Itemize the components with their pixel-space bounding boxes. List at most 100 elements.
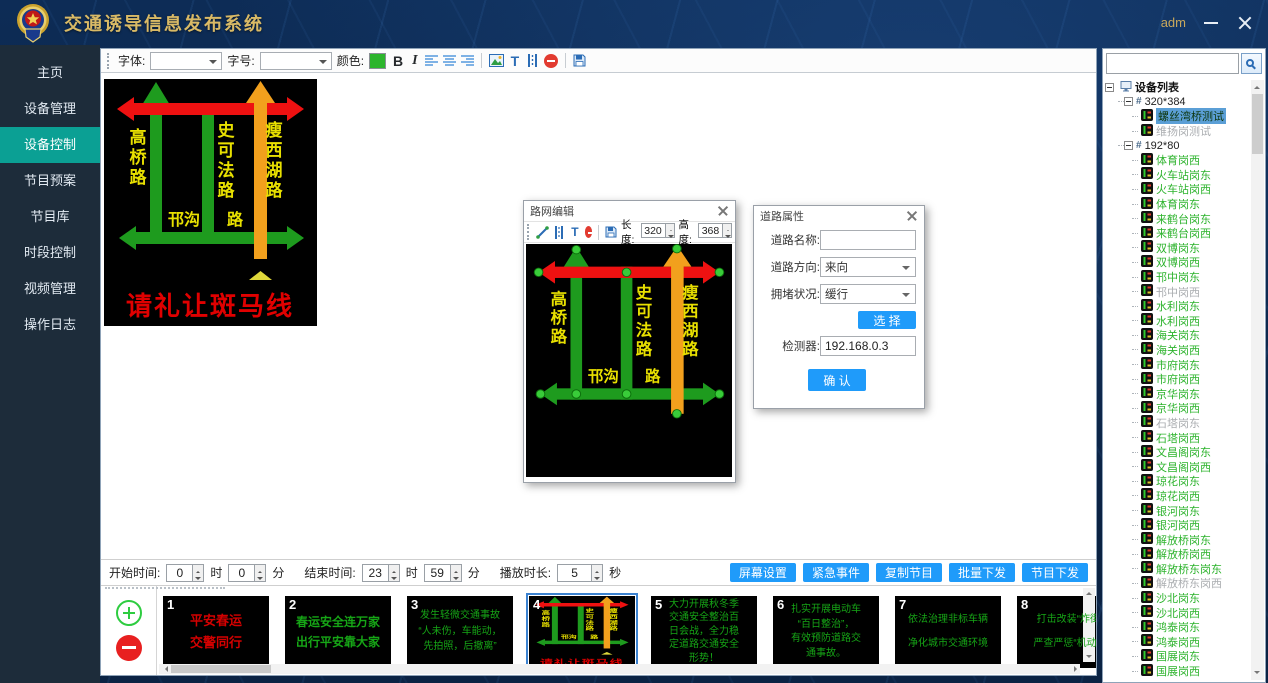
start-hour-input[interactable] <box>166 564 192 582</box>
road-network-canvas[interactable]: 高桥路史可法路瘦西湖路邗沟路 <box>526 244 732 477</box>
confirm-button[interactable]: 确 认 <box>808 369 866 391</box>
road-direction-select[interactable]: 来向 <box>820 257 916 277</box>
color-swatch[interactable] <box>369 53 386 69</box>
select-button[interactable]: 选 择 <box>858 311 916 329</box>
end-minute-stepper[interactable] <box>450 564 462 582</box>
tree-device-解放桥东岗西[interactable]: 解放桥东岗西 <box>1105 576 1250 591</box>
tree-device-维扬岗测试[interactable]: 维扬岗测试 <box>1105 124 1250 139</box>
tree-device-海关岗东[interactable]: 海关岗东 <box>1105 328 1250 343</box>
tree-device-琼花岗西[interactable]: 琼花岗西 <box>1105 489 1250 504</box>
tree-device-市府岗西[interactable]: 市府岗西 <box>1105 372 1250 387</box>
align-right-icon[interactable] <box>461 55 474 66</box>
tree-device-国展岗东[interactable]: 国展岗东 <box>1105 649 1250 664</box>
logged-in-user[interactable]: adm <box>1161 15 1186 30</box>
length-input[interactable] <box>641 223 665 238</box>
tree-device-来鹤台岗西[interactable]: 来鹤台岗西 <box>1105 226 1250 241</box>
close-icon[interactable] <box>906 210 918 222</box>
action-button-2[interactable]: 复制节目 <box>876 563 942 582</box>
led-sign-preview[interactable]: 请礼让斑马线高桥路史可法路瘦西湖路邗沟路 <box>104 79 317 326</box>
tree-device-银河岗东[interactable]: 银河岗东 <box>1105 503 1250 518</box>
insert-image-icon[interactable] <box>489 54 504 67</box>
tree-device-水利岗西[interactable]: 水利岗西 <box>1105 314 1250 329</box>
end-hour-input[interactable] <box>362 564 388 582</box>
start-hour-stepper[interactable] <box>192 564 204 582</box>
tree-device-双博岗东[interactable]: 双博岗东 <box>1105 241 1250 256</box>
end-minute-input[interactable] <box>424 564 450 582</box>
tree-device-来鹤台岗东[interactable]: 来鹤台岗东 <box>1105 211 1250 226</box>
align-center-icon[interactable] <box>443 55 456 66</box>
congestion-select[interactable]: 缓行 <box>820 284 916 304</box>
tree-root-device-list[interactable]: 设备列表 <box>1105 80 1250 95</box>
tree-device-银河岗西[interactable]: 银河岗西 <box>1105 518 1250 533</box>
expander-icon[interactable] <box>1124 97 1133 106</box>
program-page-thumbnail-3[interactable]: 3发生轻微交通事故“人未伤，车能动，先拍照，后撤离” <box>407 596 513 668</box>
program-page-thumbnail-1[interactable]: 1平安春运交警同行 <box>163 596 269 668</box>
tree-device-体育岗西[interactable]: 体育岗西 <box>1105 153 1250 168</box>
tree-device-解放桥东岗东[interactable]: 解放桥东岗东 <box>1105 562 1250 577</box>
duration-stepper[interactable] <box>591 564 603 582</box>
tree-device-京华岗东[interactable]: 京华岗东 <box>1105 386 1250 401</box>
action-button-3[interactable]: 批量下发 <box>949 563 1015 582</box>
font-size-select[interactable] <box>260 52 332 70</box>
font-family-select[interactable] <box>150 52 222 70</box>
height-stepper[interactable] <box>722 223 732 238</box>
action-button-0[interactable]: 屏幕设置 <box>730 563 796 582</box>
tree-device-石塔岗西[interactable]: 石塔岗西 <box>1105 430 1250 445</box>
close-icon[interactable] <box>1236 14 1254 32</box>
draw-road-line-icon[interactable] <box>536 226 549 239</box>
tree-device-文昌阁岗西[interactable]: 文昌阁岗西 <box>1105 459 1250 474</box>
tree-device-市府岗东[interactable]: 市府岗东 <box>1105 357 1250 372</box>
program-page-thumbnail-6[interactable]: 6扎实开展电动车“百日整治”，有效预防道路交通事故。 <box>773 596 879 668</box>
end-hour-stepper[interactable] <box>388 564 400 582</box>
tree-device-京华岗西[interactable]: 京华岗西 <box>1105 401 1250 416</box>
close-icon[interactable] <box>717 205 729 217</box>
tree-device-双博岗西[interactable]: 双博岗西 <box>1105 255 1250 270</box>
tree-device-火车站岗西[interactable]: 火车站岗西 <box>1105 182 1250 197</box>
tree-device-体育岗东[interactable]: 体育岗东 <box>1105 197 1250 212</box>
sidebar-item-5[interactable]: 时段控制 <box>0 235 100 271</box>
tree-device-鸿泰岗西[interactable]: 鸿泰岗西 <box>1105 635 1250 650</box>
tree-device-沙北岗东[interactable]: 沙北岗东 <box>1105 591 1250 606</box>
road-name-input[interactable] <box>820 230 916 250</box>
tree-device-解放桥岗东[interactable]: 解放桥岗东 <box>1105 532 1250 547</box>
start-minute-stepper[interactable] <box>254 564 266 582</box>
tree-group-192*80[interactable]: #192*80 <box>1105 138 1250 153</box>
detector-input[interactable] <box>820 336 916 356</box>
action-button-4[interactable]: 节目下发 <box>1022 563 1088 582</box>
bold-button[interactable]: B <box>391 53 405 69</box>
delete-element-icon[interactable] <box>585 226 593 238</box>
road-network-tool-icon[interactable] <box>553 226 565 239</box>
tree-device-解放桥岗西[interactable]: 解放桥岗西 <box>1105 547 1250 562</box>
device-search-input[interactable] <box>1106 53 1239 74</box>
expander-icon[interactable] <box>1105 83 1114 92</box>
program-page-thumbnail-2[interactable]: 2春运安全连万家出行平安靠大家 <box>285 596 391 668</box>
duration-input[interactable] <box>557 564 591 582</box>
program-page-thumbnail-5[interactable]: 5大力开展秋冬季交通安全整治百日会战，全力稳定道路交通安全形势！ <box>651 596 757 668</box>
text-tool-button[interactable]: T <box>569 225 580 239</box>
tree-device-沙北岗西[interactable]: 沙北岗西 <box>1105 605 1250 620</box>
sidebar-item-2[interactable]: 设备控制 <box>0 127 100 163</box>
save-icon[interactable] <box>605 226 617 238</box>
sidebar-item-4[interactable]: 节目库 <box>0 199 100 235</box>
device-tree-scrollbar[interactable] <box>1251 80 1264 680</box>
italic-button[interactable]: I <box>410 53 419 69</box>
tree-device-邗中岗东[interactable]: 邗中岗东 <box>1105 270 1250 285</box>
program-page-thumbnail-4[interactable]: 4请礼让斑马线高桥路史可法路瘦西湖路邗沟路 <box>529 596 635 668</box>
sidebar-item-6[interactable]: 视频管理 <box>0 271 100 307</box>
align-left-icon[interactable] <box>425 55 438 66</box>
tree-device-邗中岗西[interactable]: 邗中岗西 <box>1105 284 1250 299</box>
text-tool-button[interactable]: T <box>509 53 522 69</box>
remove-page-button[interactable] <box>116 635 142 661</box>
tree-device-海关岗西[interactable]: 海关岗西 <box>1105 343 1250 358</box>
add-page-button[interactable] <box>116 600 142 626</box>
action-button-1[interactable]: 紧急事件 <box>803 563 869 582</box>
sidebar-item-3[interactable]: 节目预案 <box>0 163 100 199</box>
tree-device-鸿泰岗东[interactable]: 鸿泰岗东 <box>1105 620 1250 635</box>
expander-icon[interactable] <box>1124 141 1133 150</box>
minimize-icon[interactable] <box>1202 14 1220 32</box>
tree-group-320*384[interactable]: #320*384 <box>1105 95 1250 110</box>
height-input[interactable] <box>698 223 722 238</box>
sidebar-item-0[interactable]: 主页 <box>0 55 100 91</box>
save-icon[interactable] <box>573 54 586 67</box>
program-page-thumbnail-7[interactable]: 7依法治理非标车辆净化城市交通环境 <box>895 596 1001 668</box>
